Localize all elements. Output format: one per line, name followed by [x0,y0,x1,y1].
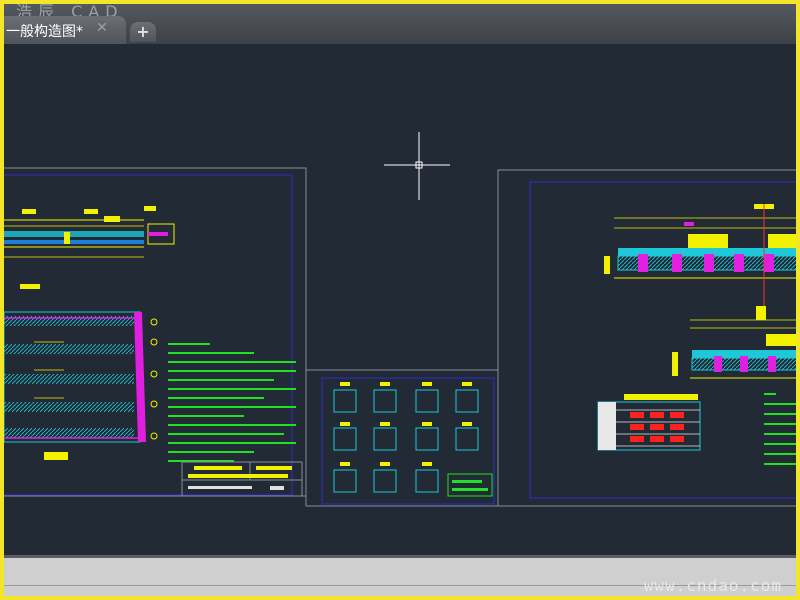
title-block [181,461,303,497]
notes-block [168,343,296,462]
elevation-drawing [4,206,175,258]
section-drawing [4,284,158,460]
tab-drawing[interactable]: 一般构造图* ✕ [4,16,126,44]
drawing-canvas[interactable] [4,44,796,555]
sheet-middle [305,369,499,507]
plus-icon[interactable]: + [130,22,156,42]
crosshair-cursor [384,132,450,200]
notes-block-right [764,393,796,465]
quantity-table [597,394,701,451]
sheet-left [4,167,307,497]
close-icon[interactable]: ✕ [94,20,110,36]
girder-section-upper [604,204,796,310]
application-window: 浩辰 CAD 一般构造图* ✕ + www.cndao.com [4,4,796,596]
sheet-right [497,169,796,507]
tab-bar: 浩辰 CAD 一般构造图* ✕ + [4,4,796,44]
status-bar: www.cndao.com [4,555,796,596]
tab-label: 一般构造图* [6,24,83,40]
girder-section-lower [672,306,796,379]
drawing-svg [4,132,796,507]
watermark-text: www.cndao.com [643,576,782,595]
